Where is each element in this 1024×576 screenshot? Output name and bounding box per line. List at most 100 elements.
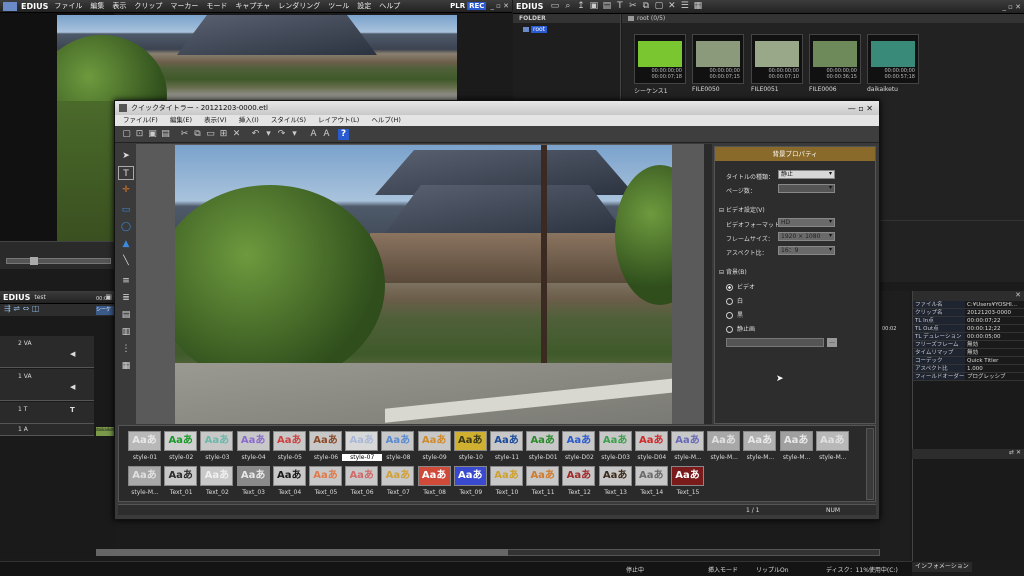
style-swatch[interactable]: Aaあ [309, 466, 342, 486]
track-1t[interactable]: 1 T T [0, 402, 94, 424]
style-preset[interactable]: Aaあ Text_13 [598, 466, 632, 498]
copy-icon[interactable]: ⧉ [640, 1, 651, 12]
style-swatch[interactable]: Aaあ [743, 431, 777, 451]
style-swatch[interactable]: Aaあ [526, 431, 560, 451]
style-swatch[interactable]: Aaあ [417, 466, 451, 486]
search-icon[interactable]: ⌕ [562, 1, 573, 12]
align-center-icon[interactable]: ≣ [118, 291, 134, 305]
menu-render[interactable]: レンダリング [278, 2, 320, 10]
style-swatch[interactable]: Aaあ [272, 431, 306, 451]
style-preset[interactable]: Aaあ style-07 [342, 431, 383, 463]
style-preset[interactable]: Aaあ style-M... [743, 431, 777, 463]
style-preset[interactable]: Aaあ Text_08 [417, 466, 451, 498]
style-swatch[interactable]: Aaあ [417, 431, 451, 451]
main-slider[interactable] [6, 258, 111, 264]
style-swatch[interactable]: Aaあ [815, 431, 849, 451]
menu-marker[interactable]: マーカー [170, 2, 198, 10]
bin-clip-thumb[interactable]: 00:00:00;00 00:00:07;15 [692, 34, 744, 84]
bin-clip-thumb[interactable]: 00:00:00;00 00:00:07;18 [634, 34, 686, 84]
font-size-up-icon[interactable]: A [308, 129, 319, 140]
bg-option-black[interactable]: 黒 [726, 310, 743, 319]
bg-option-video[interactable]: ビデオ [726, 282, 755, 291]
menu-help[interactable]: ヘルプ [379, 2, 400, 10]
style-swatch[interactable]: Aaあ [453, 431, 487, 451]
style-preset[interactable]: Aaあ Text_07 [381, 466, 415, 498]
rec-badge[interactable]: REC [467, 2, 487, 10]
duplicate-icon[interactable]: ⊞ [218, 129, 229, 140]
style-preset[interactable]: Aaあ Text_15 [671, 466, 704, 498]
collapse-icon[interactable]: ⊟ [719, 207, 726, 214]
radio-icon[interactable] [726, 284, 733, 291]
style-preset[interactable]: Aaあ Text_11 [526, 466, 560, 498]
info-tab[interactable]: インフォメーション [912, 562, 972, 572]
main-slider-handle[interactable] [30, 257, 38, 265]
style-swatch[interactable]: Aaあ [381, 431, 415, 451]
menu-capture[interactable]: キャプチャ [235, 2, 270, 10]
bin-clip-thumb[interactable]: 00:00:00;00 00:00:07;10 [751, 34, 803, 84]
plr-badge[interactable]: PLR [450, 2, 465, 10]
qt-menu-view[interactable]: 表示(V) [204, 116, 227, 124]
qt-menu-layout[interactable]: レイアウト(L) [318, 116, 359, 124]
bg-option-white[interactable]: 白 [726, 296, 743, 305]
menu-clip[interactable]: クリップ [134, 2, 162, 10]
save-icon[interactable]: ▣ [147, 129, 158, 140]
style-preset[interactable]: Aaあ Text_05 [309, 466, 342, 498]
frame-size-select[interactable]: 1920 × 1080 [778, 232, 835, 241]
browse-button[interactable]: ... [827, 338, 837, 347]
style-preset[interactable]: Aaあ style-01 [128, 431, 161, 463]
style-preset[interactable]: Aaあ Text_14 [634, 466, 668, 498]
new-file-icon[interactable]: ▢ [121, 129, 132, 140]
style-swatch[interactable]: Aaあ [128, 431, 161, 451]
track-2va[interactable]: 2 VA ◀ [0, 336, 94, 368]
folder-icon[interactable]: ▭ [549, 1, 560, 12]
redo-dropdown-icon[interactable]: ▾ [289, 129, 300, 140]
paste-icon[interactable]: ▢ [653, 1, 664, 12]
open-file-icon[interactable]: ⊡ [134, 129, 145, 140]
style-preset[interactable]: Aaあ style-D04 [634, 431, 668, 463]
style-swatch[interactable]: Aaあ [707, 431, 741, 451]
radio-icon[interactable] [726, 326, 733, 333]
redo-icon[interactable]: ↷ [276, 129, 287, 140]
style-swatch[interactable]: Aaあ [381, 466, 415, 486]
group-tool-icon[interactable]: ▥ [118, 325, 134, 339]
style-preset[interactable]: Aaあ Text_12 [562, 466, 596, 498]
style-swatch[interactable]: Aaあ [236, 431, 270, 451]
aspect-select[interactable]: 16：9 [778, 246, 835, 255]
style-swatch[interactable]: Aaあ [490, 431, 523, 451]
window-controls[interactable]: _ ▫ ✕ [490, 2, 509, 10]
style-preset[interactable]: Aaあ style-04 [236, 431, 270, 463]
qt-canvas-image[interactable] [175, 145, 672, 424]
view-mode-icon[interactable]: ▦ [692, 1, 703, 12]
style-preset[interactable]: Aaあ style-M... [815, 431, 849, 463]
title-type-select[interactable]: 静止 [778, 170, 835, 179]
style-preset[interactable]: Aaあ style-D02 [562, 431, 596, 463]
qt-menu-edit[interactable]: 編集(E) [170, 116, 192, 124]
style-swatch[interactable]: Aaあ [236, 466, 270, 486]
style-swatch[interactable]: Aaあ [164, 431, 198, 451]
style-swatch[interactable]: Aaあ [671, 431, 704, 451]
style-preset[interactable]: Aaあ style-10 [453, 431, 487, 463]
safe-area-icon[interactable]: ▦ [118, 359, 134, 373]
undo-dropdown-icon[interactable]: ▾ [263, 129, 274, 140]
style-preset[interactable]: Aaあ style-11 [490, 431, 523, 463]
track-1va[interactable]: 1 VA ◀ [0, 369, 94, 401]
new-clip-icon[interactable]: ▣ [588, 1, 599, 12]
style-preset[interactable]: Aaあ Text_02 [200, 466, 234, 498]
bin-clip-thumb[interactable]: 00:00:00;00 00:00:36;15 [809, 34, 861, 84]
style-swatch[interactable]: Aaあ [671, 466, 704, 486]
still-image-path[interactable] [726, 338, 824, 347]
style-swatch[interactable]: Aaあ [562, 466, 596, 486]
style-preset[interactable]: Aaあ style-05 [272, 431, 306, 463]
select-tool-icon[interactable]: ➤ [118, 149, 134, 163]
copy-icon[interactable]: ⧉ [192, 129, 203, 140]
style-preset[interactable]: Aaあ style-M... [671, 431, 704, 463]
cut-icon[interactable]: ✂ [627, 1, 638, 12]
ellipse-tool-icon[interactable]: ◯ [118, 220, 134, 234]
style-swatch[interactable]: Aaあ [345, 466, 379, 486]
style-preset[interactable]: Aaあ style-09 [417, 431, 451, 463]
style-swatch[interactable]: Aaあ [164, 466, 198, 486]
qt-menu-file[interactable]: ファイル(F) [123, 116, 158, 124]
font-size-down-icon[interactable]: A [321, 129, 332, 140]
style-preset[interactable]: Aaあ style-D01 [526, 431, 560, 463]
style-preset[interactable]: Aaあ style-08 [381, 431, 415, 463]
